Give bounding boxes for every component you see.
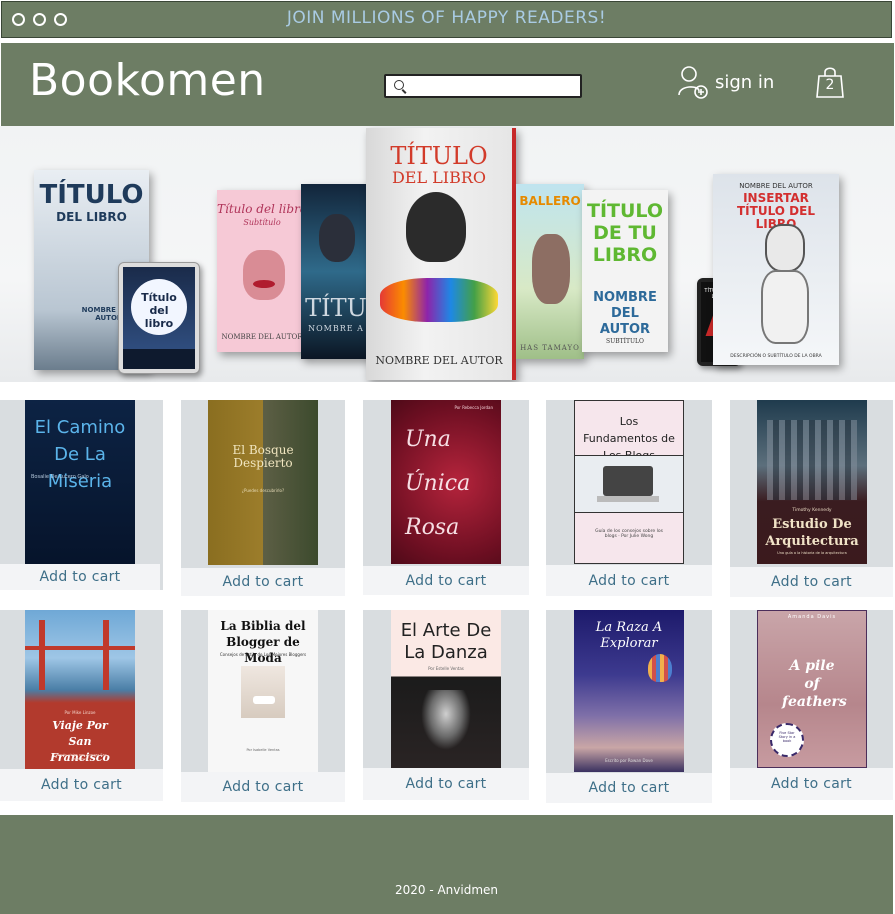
product-card: Amanda Davis A pile of feathers Five Sta…	[730, 610, 893, 800]
book-title: Estudio De Arquitectura	[765, 517, 859, 549]
promo-text: JOIN MILLIONS OF HAPPY READERS!	[286, 8, 607, 28]
hero-book[interactable]: NOMBRE DEL AUTOR INSERTAR TÍTULO DEL LIB…	[713, 174, 839, 365]
hero-book-title: Título del libro	[217, 202, 307, 216]
product-card: Los Fundamentos de Los Blogs Guía de los…	[546, 400, 712, 596]
book-author: Escrito por Rowan Dove	[605, 758, 653, 763]
book-cover[interactable]: La Raza A Explorar Escrito por Rowan Dov…	[574, 610, 684, 772]
user-add-icon	[678, 66, 708, 99]
promo-bar: JOIN MILLIONS OF HAPPY READERS!	[1, 1, 892, 38]
book-author: Por Estelle Ventas	[428, 666, 464, 671]
site-header: Bookomen sign in 2	[1, 41, 894, 128]
add-to-cart-button[interactable]: Add to cart	[181, 568, 345, 596]
add-to-cart-button[interactable]: Add to cart	[730, 768, 893, 800]
hero-book-title: TÍTULO DE TU LIBRO	[587, 200, 663, 266]
book-title: A pile of feathers	[782, 658, 847, 710]
book-author: Guía de los consejos sobre los blogs · P…	[595, 529, 663, 539]
hero-book[interactable]: BALLERO HAS TAMAYO	[516, 184, 584, 359]
book-cover[interactable]: La Biblia del Blogger de Moda Consejos d…	[208, 610, 318, 772]
hero-book-author: NOMBRE DEL AUTOR	[593, 290, 657, 337]
hero-book-author: NOMBRE A	[308, 324, 364, 333]
hero-book-subtitle: SUBTÍTULO	[606, 338, 644, 345]
hero-book[interactable]: TÍTULO DE TU LIBRO NOMBRE DEL AUTOR SUBT…	[582, 190, 668, 352]
book-title: La Biblia del Blogger de Moda	[220, 619, 306, 665]
sign-in-label: sign in	[715, 71, 775, 93]
book-cover[interactable]: Timothy Kennedy Estudio De Arquitectura …	[757, 400, 867, 564]
product-card: Timothy Kennedy Estudio De Arquitectura …	[730, 400, 893, 597]
product-card: El Camino De La Miseria Bosalie De Lucer…	[0, 400, 163, 590]
add-to-cart-button[interactable]: Add to cart	[0, 769, 163, 801]
award-badge: Five Star Story in a book	[770, 723, 804, 757]
book-cover[interactable]: El Bosque Despierto ¿Puedes descubrirlo?	[208, 400, 318, 565]
hero-book-author: NOMBRE DEL AUTOR	[221, 333, 303, 341]
badge-text: Five Star Story in a book	[778, 731, 796, 743]
book-cover[interactable]: El Arte De La Danza Por Estelle Ventas	[391, 610, 501, 768]
product-card: La Biblia del Blogger de Moda Consejos d…	[181, 610, 345, 802]
product-card: Por Mike Linzoe Viaje Por San Francisco …	[0, 610, 163, 801]
book-cover[interactable]: El Camino De La Miseria Bosalie De Lucer…	[25, 400, 135, 564]
search-input[interactable]	[408, 77, 582, 97]
book-title: El Bosque Despierto	[232, 443, 294, 470]
product-card: Por Rebecca Jordan Una Única Rosa Add to…	[363, 400, 529, 595]
book-title: Una Única Rosa	[405, 427, 471, 540]
book-author: Por Isabelle Ventas	[246, 748, 280, 752]
sign-in-button[interactable]: sign in	[677, 65, 774, 99]
book-subtitle: Una guía a la historia de la arquitectur…	[777, 551, 847, 555]
hero-book-title: TÍTULO	[39, 180, 144, 210]
hero-book[interactable]: TÍTU NOMBRE A	[301, 184, 371, 359]
hero-book-title: TÍTULO	[390, 142, 488, 170]
add-to-cart-button[interactable]: Add to cart	[363, 768, 529, 800]
book-cover[interactable]: Por Mike Linzoe Viaje Por San Francisco …	[25, 610, 135, 770]
hero-book-author: HAS TAMAYO	[520, 344, 580, 352]
book-author: Por Mike Linzoe	[64, 710, 96, 715]
hero-book-author: NOMBRE DEL AUTOR	[739, 182, 813, 190]
hero-book-subtitle: DESCRIPCIÓN O SUBTÍTULO DE LA OBRA	[730, 354, 822, 359]
book-author: Timothy Kennedy	[792, 508, 832, 513]
book-title: La Raza A Explorar	[595, 620, 663, 651]
hero-book[interactable]: Título del libro Subtítulo NOMBRE DEL AU…	[217, 190, 307, 352]
book-cover[interactable]: Los Fundamentos de Los Blogs Guía de los…	[574, 400, 684, 564]
book-subtitle: Cuando viajes vas a gozar San Francisco	[53, 753, 107, 761]
add-to-cart-button[interactable]: Add to cart	[363, 566, 529, 595]
site-footer: 2020 - Anvidmen	[0, 815, 893, 914]
footer-text: 2020 - Anvidmen	[394, 883, 499, 897]
book-author: Por Rebecca Jordan	[454, 405, 493, 410]
add-to-cart-button[interactable]: Add to cart	[546, 773, 712, 803]
search-box[interactable]	[384, 74, 582, 98]
book-cover[interactable]: Amanda Davis A pile of feathers Five Sta…	[757, 610, 867, 768]
cart-button[interactable]: 2	[816, 65, 844, 99]
add-to-cart-button[interactable]: Add to cart	[181, 772, 345, 802]
hero-tablet: Título del libro	[118, 262, 200, 374]
site-logo[interactable]: Bookomen	[29, 55, 266, 106]
hero-book-title: TÍTU	[305, 294, 367, 322]
hero-tablet-title: Título del libro	[141, 291, 177, 330]
book-subtitle: Consejos de Estilo de Los Mejores Blogge…	[219, 652, 307, 657]
book-author: Amanda Davis	[787, 614, 837, 620]
book-author: ¿Puedes descubrirlo?	[241, 488, 285, 493]
hero-book-author: NOMBRE DEL AUTOR	[375, 354, 503, 367]
add-to-cart-button[interactable]: Add to cart	[546, 565, 712, 596]
hero-book-title: BALLERO	[519, 194, 581, 208]
product-card: El Bosque Despierto ¿Puedes descubrirlo?…	[181, 400, 345, 596]
product-card: La Raza A Explorar Escrito por Rowan Dov…	[546, 610, 712, 803]
search-icon	[394, 80, 404, 90]
book-title: El Camino De La Miseria	[34, 417, 126, 492]
add-to-cart-button[interactable]: Add to cart	[0, 564, 160, 590]
hero-featured-book[interactable]: TÍTULO DEL LIBRO NOMBRE DEL AUTOR	[366, 128, 516, 380]
add-to-cart-button[interactable]: Add to cart	[730, 567, 893, 597]
book-author: Bosalie De Lucero Galo	[31, 474, 89, 480]
cart-count: 2	[825, 77, 835, 93]
product-card: El Arte De La Danza Por Estelle Ventas A…	[363, 610, 529, 800]
hero-banner: TÍTULO DEL LIBRO NOMBRE DE LA AUTORA Tít…	[0, 126, 895, 382]
hero-book-title: DEL LIBRO	[56, 210, 127, 224]
book-cover[interactable]: Por Rebecca Jordan Una Única Rosa	[391, 400, 501, 564]
hero-book-subtitle: Subtítulo	[243, 218, 281, 227]
book-title: El Arte De La Danza	[400, 620, 492, 663]
hero-book-title: DEL LIBRO	[391, 168, 487, 187]
